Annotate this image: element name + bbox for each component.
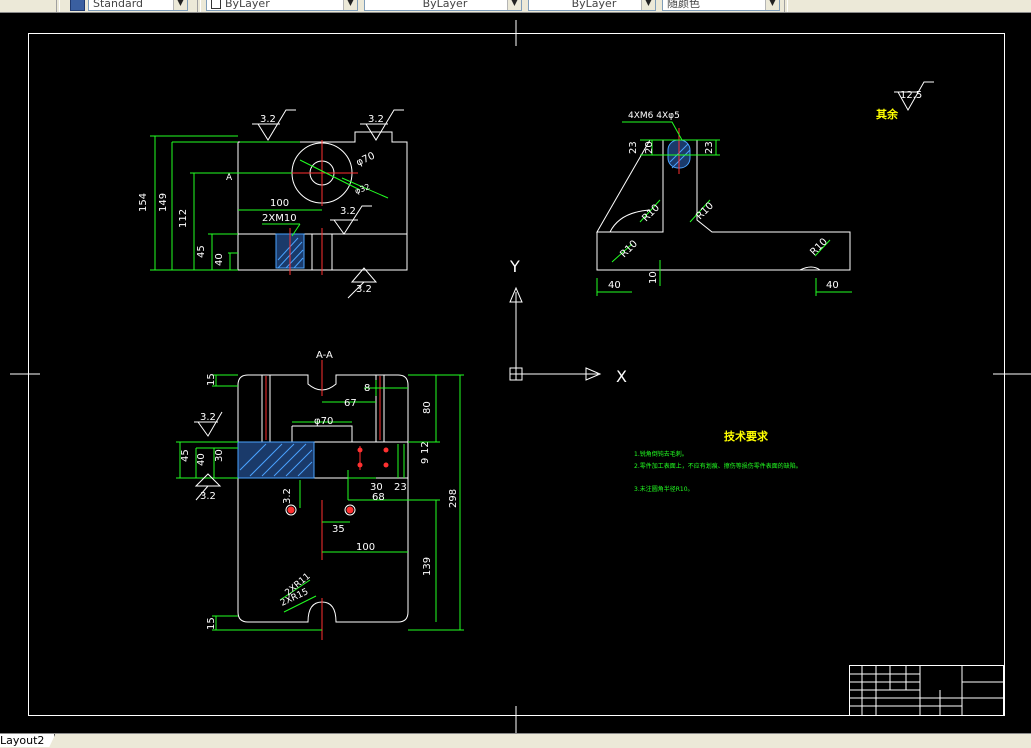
roughness-label: 3.2 [356, 284, 372, 295]
linetype-value: ByLayer [422, 0, 468, 10]
drawing-svg: 3.2 3.2 3.2 3.2 3.2 3.2 3.2 A 12.5 A-A Y… [10, 20, 1031, 733]
toolbar-separator [197, 0, 201, 12]
dim-label: 67 [344, 398, 357, 409]
roughness-label: 3.2 [200, 491, 216, 502]
ucs-y-label: Y [509, 257, 520, 276]
dim-label: 15 [206, 373, 217, 386]
chevron-down-icon[interactable]: ▼ [641, 0, 655, 10]
chevron-down-icon[interactable]: ▼ [343, 0, 357, 10]
toolbar-separator [784, 0, 788, 12]
roughness-label: 3.2 [340, 206, 356, 217]
section-title: A-A [316, 350, 333, 361]
dim-label: R10 [618, 238, 640, 260]
dim-label: R10 [640, 202, 662, 224]
dim-label: φ70 [355, 151, 377, 169]
ucs-icon [509, 286, 602, 381]
dim-label: R10 [808, 236, 830, 258]
dim-label: 100 [270, 198, 289, 209]
dim-label: 45 [180, 449, 191, 462]
dim-label: 154 [138, 193, 149, 212]
tech-req-title: 技术要求 [724, 429, 769, 443]
dim-label: 30 [214, 449, 225, 462]
tab-layout2[interactable]: Layout2 [0, 734, 56, 747]
dim-label: 15 [206, 617, 217, 630]
layer-value: ByLayer [225, 0, 270, 10]
section-view [176, 360, 464, 640]
roughness-label: 3.2 [368, 114, 384, 125]
tab-label: Layout2 [0, 734, 45, 747]
section-mark: A [226, 173, 233, 183]
dim-label: 10 [648, 271, 659, 284]
dim-label: 9 [420, 458, 431, 464]
dim-label: 23 [394, 482, 407, 493]
chevron-down-icon[interactable]: ▼ [765, 0, 779, 10]
tech-req-item: 1.锐角倒钝去毛刺。 [634, 450, 688, 458]
dim-label: 112 [178, 209, 189, 228]
tech-req-item: 3.未注圆角半径R10。 [634, 485, 694, 493]
drawing-canvas[interactable]: 3.2 3.2 3.2 3.2 3.2 3.2 3.2 A 12.5 A-A Y… [0, 13, 1031, 733]
chevron-down-icon[interactable]: ▼ [173, 0, 187, 10]
dim-label: 20 [644, 141, 655, 154]
text-style-select[interactable]: Standard ▼ [88, 0, 188, 11]
title-block [849, 665, 1004, 716]
dim-label: 149 [158, 193, 169, 212]
roughness-label: 3.2 [260, 114, 276, 125]
text-style-icon[interactable] [70, 0, 85, 11]
lineweight-value: ByLayer [571, 0, 617, 10]
overall-roughness-value: 12.5 [900, 90, 922, 101]
toolbar-separator [56, 0, 60, 12]
roughness-label: 3.2 [200, 412, 216, 423]
dim-label: 35 [332, 524, 345, 535]
layout-tab-bar: Layout2 [0, 733, 1031, 748]
linetype-select[interactable]: ByLayer ▼ [364, 0, 522, 11]
plot-style-value: 随颜色 [667, 0, 700, 10]
plot-style-select[interactable]: 随颜色 ▼ [662, 0, 780, 11]
lineweight-select[interactable]: ByLayer ▼ [528, 0, 656, 11]
dim-label: 100 [356, 542, 375, 553]
ucs-x-label: X [616, 367, 627, 386]
chevron-down-icon[interactable]: ▼ [507, 0, 521, 10]
dim-label: 40 [214, 253, 225, 266]
text-style-value: Standard [93, 0, 144, 10]
dim-label: 139 [422, 557, 433, 576]
dim-label: 40 [608, 280, 621, 291]
dim-label: 68 [372, 492, 385, 503]
dim-label: 2XM10 [262, 213, 297, 224]
dim-label: 298 [448, 489, 459, 508]
dim-label: R10 [694, 200, 716, 222]
dim-label: 12 [420, 441, 431, 454]
overall-roughness-label: 其余 [876, 107, 899, 121]
color-swatch-icon [211, 0, 221, 9]
thread-label: 4XM6 4Xφ5 [628, 111, 680, 121]
dim-label: φ70 [314, 416, 333, 427]
dim-label: 8 [364, 383, 370, 394]
roughness-label: 3.2 [282, 488, 293, 504]
frame-center-marks [10, 20, 1031, 733]
dim-label: 23 [704, 141, 715, 154]
dim-label: 45 [196, 245, 207, 258]
dim-label: 80 [422, 401, 433, 414]
layer-select[interactable]: ByLayer ▼ [206, 0, 358, 11]
dim-label: 40 [826, 280, 839, 291]
tech-req-item: 2.零件加工表面上，不应有划痕、擦伤等损伤零件表面的缺陷。 [634, 462, 802, 470]
dim-label: 40 [196, 453, 207, 466]
dim-label: 23 [628, 141, 639, 154]
properties-toolbar: Standard ▼ ByLayer ▼ ByLayer ▼ ByLayer ▼… [0, 0, 1031, 13]
